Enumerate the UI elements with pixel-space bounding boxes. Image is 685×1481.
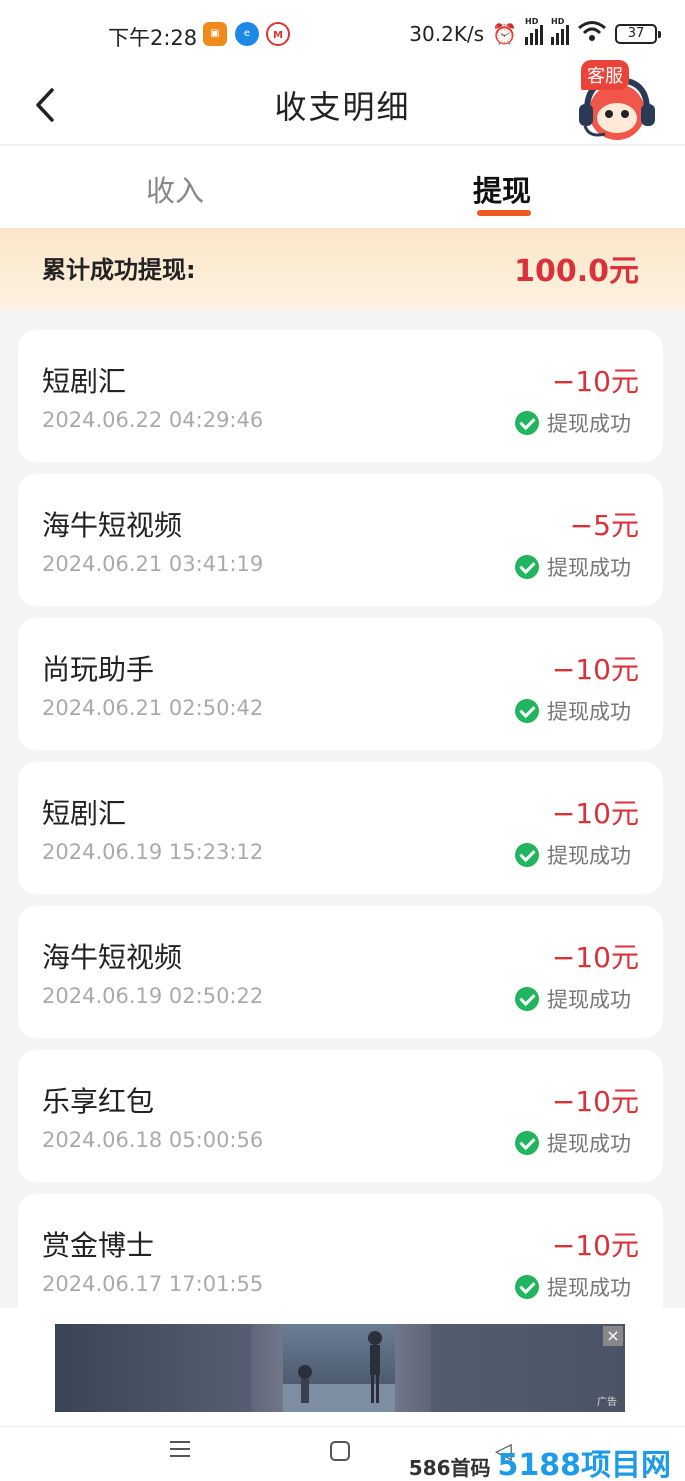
- bank-app-icon: M: [266, 22, 290, 46]
- ad-banner[interactable]: × 广告: [55, 1324, 625, 1412]
- home-button[interactable]: [330, 1441, 350, 1461]
- wifi-icon: [577, 20, 607, 47]
- signal-icon: HD: [525, 17, 543, 45]
- list-item[interactable]: 赏金博士 2024.06.17 17:01:55 −10元 提现成功: [18, 1194, 663, 1326]
- alarm-icon: ⏰: [492, 21, 517, 46]
- ad-tag: 广告: [597, 1397, 617, 1408]
- record-amount: −10元: [551, 1229, 639, 1262]
- record-amount: −10元: [551, 1085, 639, 1118]
- recent-apps-button[interactable]: [170, 1441, 190, 1462]
- watermark: 586首码 5188项目网: [408, 1448, 672, 1481]
- watermark-logo: 5188项目网: [497, 1448, 672, 1481]
- record-status: 提现成功: [515, 696, 631, 726]
- list-item[interactable]: 尚玩助手 2024.06.21 02:50:42 −10元 提现成功: [18, 618, 663, 750]
- list-item[interactable]: 短剧汇 2024.06.22 04:29:46 −10元 提现成功: [18, 330, 663, 462]
- battery-icon: 37: [615, 23, 661, 44]
- record-amount: −10元: [551, 797, 639, 830]
- record-amount: −5元: [569, 509, 639, 542]
- ad-image: [283, 1324, 395, 1412]
- check-circle-icon: [515, 843, 539, 867]
- net-speed: 30.2K/s: [409, 21, 485, 46]
- active-tab-indicator: [477, 210, 531, 216]
- record-amount: −10元: [551, 365, 639, 398]
- record-name: 赏金博士: [42, 1229, 155, 1262]
- record-time: 2024.06.21 03:41:19: [42, 552, 264, 576]
- summary-value: 100.0元: [514, 254, 639, 289]
- record-time: 2024.06.21 02:50:42: [42, 696, 264, 720]
- browser-app-icon: e: [235, 22, 259, 46]
- check-circle-icon: [515, 411, 539, 435]
- check-circle-icon: [515, 699, 539, 723]
- ad-container: × 广告: [0, 1308, 685, 1426]
- withdraw-summary: 累计成功提现: 100.0元: [0, 228, 685, 310]
- list-item[interactable]: 海牛短视频 2024.06.21 03:41:19 −5元 提现成功: [18, 474, 663, 606]
- tab-withdraw[interactable]: 提现: [473, 168, 531, 210]
- header: 收支明细 客服: [0, 60, 685, 145]
- service-badge: 客服: [581, 60, 629, 90]
- record-status: 提现成功: [515, 984, 631, 1014]
- notification-app-icon: ▣: [203, 22, 227, 46]
- list-item[interactable]: 短剧汇 2024.06.19 15:23:12 −10元 提现成功: [18, 762, 663, 894]
- check-circle-icon: [515, 555, 539, 579]
- record-status: 提现成功: [515, 552, 631, 582]
- record-status: 提现成功: [515, 840, 631, 870]
- record-name: 乐享红包: [42, 1085, 155, 1118]
- record-status: 提现成功: [515, 408, 631, 438]
- record-time: 2024.06.19 02:50:22: [42, 984, 264, 1008]
- record-name: 短剧汇: [42, 797, 127, 830]
- record-name: 海牛短视频: [42, 509, 183, 542]
- record-amount: −10元: [551, 941, 639, 974]
- check-circle-icon: [515, 1131, 539, 1155]
- list-item[interactable]: 海牛短视频 2024.06.19 02:50:22 −10元 提现成功: [18, 906, 663, 1038]
- summary-label: 累计成功提现:: [42, 256, 196, 284]
- record-time: 2024.06.18 05:00:56: [42, 1128, 264, 1152]
- check-circle-icon: [515, 987, 539, 1011]
- record-list: 短剧汇 2024.06.22 04:29:46 −10元 提现成功 海牛短视频 …: [18, 330, 663, 1338]
- record-amount: −10元: [551, 653, 639, 686]
- customer-service-button[interactable]: 客服: [571, 60, 667, 145]
- record-status: 提现成功: [515, 1128, 631, 1158]
- record-time: 2024.06.19 15:23:12: [42, 840, 264, 864]
- ad-close-button[interactable]: ×: [603, 1326, 623, 1346]
- list-item[interactable]: 乐享红包 2024.06.18 05:00:56 −10元 提现成功: [18, 1050, 663, 1182]
- tab-income[interactable]: 收入: [146, 168, 204, 210]
- record-time: 2024.06.17 17:01:55: [42, 1272, 264, 1296]
- record-status: 提现成功: [515, 1272, 631, 1302]
- record-name: 短剧汇: [42, 365, 127, 398]
- record-name: 尚玩助手: [42, 653, 155, 686]
- signal-2-icon: HD: [551, 17, 569, 45]
- clock: 下午2:28: [108, 26, 198, 50]
- record-time: 2024.06.22 04:29:46: [42, 408, 264, 432]
- tab-bar: 收入 提现: [0, 146, 685, 228]
- check-circle-icon: [515, 1275, 539, 1299]
- record-name: 海牛短视频: [42, 941, 183, 974]
